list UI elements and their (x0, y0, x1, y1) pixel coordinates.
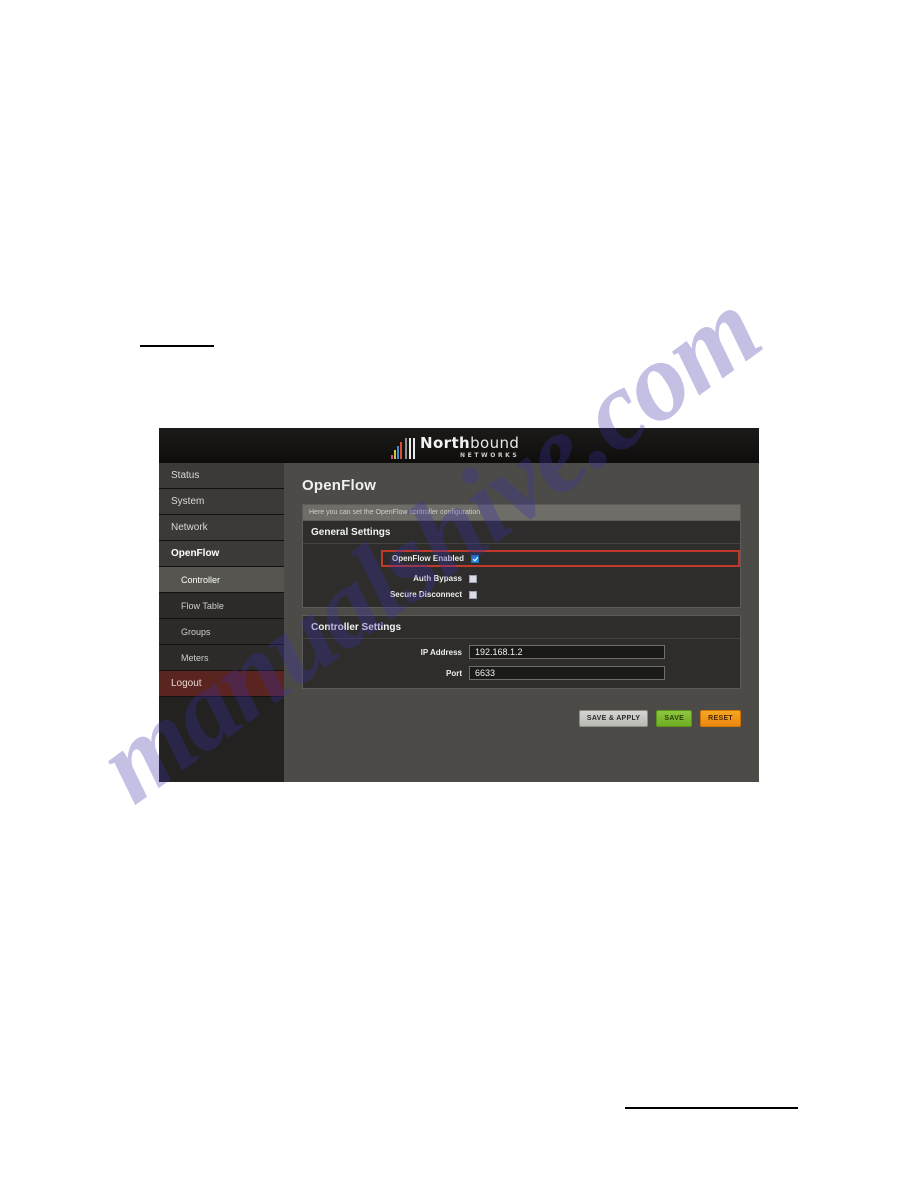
sidebar-item-system[interactable]: System (159, 489, 284, 515)
controller-settings-body: IP Address Port (303, 639, 740, 688)
controller-settings-title: Controller Settings (303, 616, 740, 639)
device-web-ui-screenshot: Northbound NETWORKS Status System Networ… (159, 428, 759, 782)
brand-logo: Northbound NETWORKS (391, 433, 519, 459)
page-title: OpenFlow (302, 477, 377, 494)
sidebar-item-label: Controller (181, 575, 221, 585)
sidebar-item-controller[interactable]: Controller (159, 567, 284, 593)
sidebar-item-logout[interactable]: Logout (159, 671, 284, 697)
signal-bars-icon (391, 441, 402, 459)
reset-button[interactable]: RESET (700, 710, 741, 727)
sidebar-item-groups[interactable]: Groups (159, 619, 284, 645)
brand-name: Northbound (420, 436, 519, 451)
sidebar-item-label: Logout (171, 678, 202, 689)
sidebar-item-label: OpenFlow (171, 548, 220, 559)
sidebar-nav: Status System Network OpenFlow Controlle… (159, 463, 284, 782)
openflow-enabled-highlight: OpenFlow Enabled (381, 550, 740, 567)
sidebar-item-label: System (171, 496, 205, 507)
main-content: OpenFlow Here you can set the OpenFlow c… (284, 463, 759, 782)
general-settings-panel: General Settings OpenFlow Enabled Auth B… (302, 520, 741, 608)
save-button[interactable]: SAVE (656, 710, 693, 727)
controller-settings-panel: Controller Settings IP Address Port (302, 615, 741, 689)
openflow-enabled-label: OpenFlow Enabled (391, 554, 464, 563)
sidebar-item-label: Groups (181, 627, 211, 637)
secure-disconnect-row: Secure Disconnect (303, 590, 740, 599)
openflow-enabled-checkbox[interactable] (471, 554, 479, 563)
ip-address-label: IP Address (420, 647, 462, 657)
sidebar-item-status[interactable]: Status (159, 463, 284, 489)
auth-bypass-checkbox[interactable] (469, 574, 477, 583)
logo-divider-bars-icon (405, 438, 415, 459)
secure-disconnect-label: Secure Disconnect (389, 590, 462, 599)
sidebar-item-meters[interactable]: Meters (159, 645, 284, 671)
ip-address-input[interactable] (469, 645, 665, 659)
sidebar-item-label: Meters (181, 653, 209, 663)
sidebar-item-network[interactable]: Network (159, 515, 284, 541)
sidebar-item-label: Network (171, 522, 208, 533)
brand-name-thin: bound (470, 434, 520, 452)
port-label: Port (446, 668, 462, 678)
save-and-apply-button[interactable]: SAVE & APPLY (578, 710, 649, 727)
port-input[interactable] (469, 666, 665, 680)
form-actions: SAVE & APPLY SAVE RESET (302, 710, 741, 727)
page-rule-top (140, 345, 214, 347)
port-row: Port (303, 666, 740, 680)
brand-wordmark: Northbound NETWORKS (420, 436, 519, 459)
sidebar-item-openflow[interactable]: OpenFlow (159, 541, 284, 567)
secure-disconnect-checkbox[interactable] (469, 590, 477, 599)
brand-name-bold: North (420, 434, 471, 452)
page-description: Here you can set the OpenFlow controller… (302, 504, 741, 520)
sidebar-item-flow-table[interactable]: Flow Table (159, 593, 284, 619)
app-header: Northbound NETWORKS (159, 428, 759, 463)
general-settings-title: General Settings (303, 521, 740, 544)
page-rule-bottom (625, 1107, 798, 1109)
auth-bypass-row: Auth Bypass (303, 574, 740, 583)
sidebar-item-label: Status (171, 470, 200, 481)
general-settings-body: OpenFlow Enabled Auth Bypass Secure Disc… (303, 544, 740, 607)
brand-tagline: NETWORKS (460, 452, 520, 459)
sidebar-item-label: Flow Table (181, 601, 224, 611)
auth-bypass-label: Auth Bypass (413, 574, 462, 583)
ip-address-row: IP Address (303, 645, 740, 659)
